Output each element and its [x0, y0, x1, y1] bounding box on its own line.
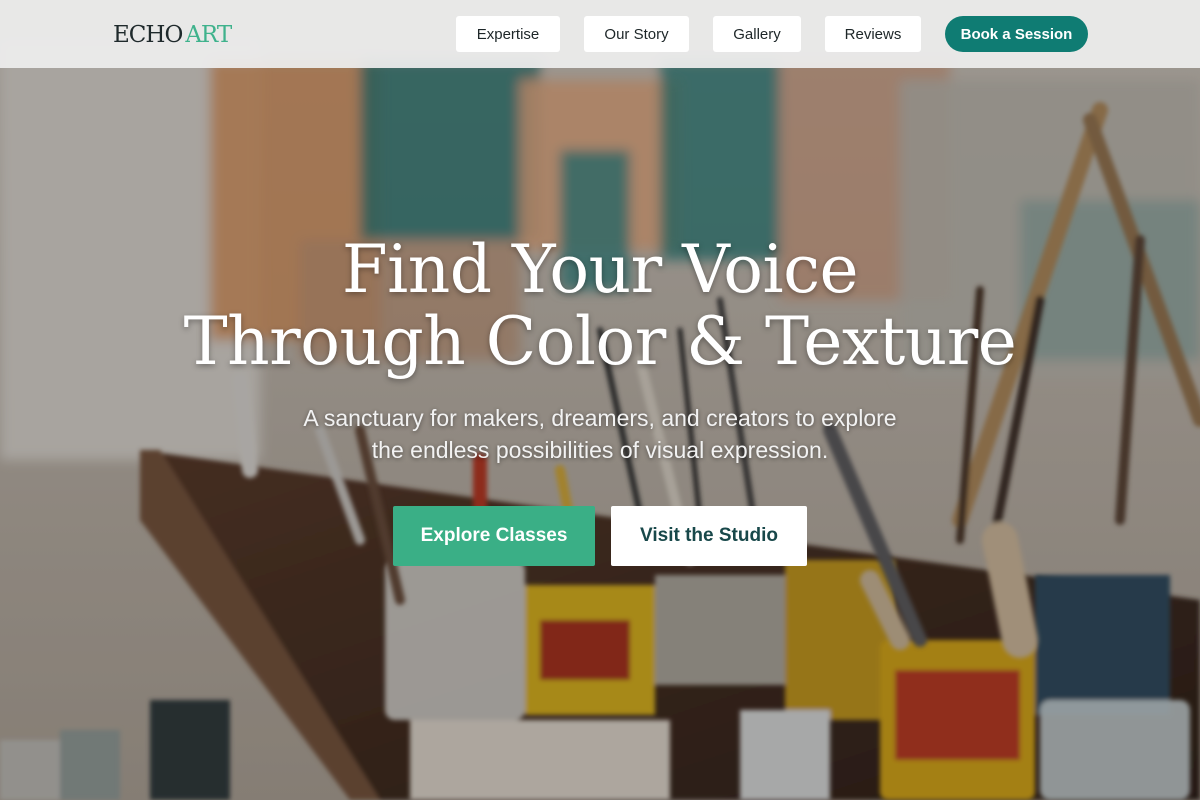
site-header: ECHO ART Expertise Our Story Gallery Revi… [0, 0, 1200, 68]
hero-headline: Find Your Voice Through Color & Texture [0, 234, 1200, 378]
nav-item-our-story[interactable]: Our Story [584, 16, 689, 52]
nav-item-reviews[interactable]: Reviews [825, 16, 921, 52]
hero-subtext-line-2: the endless possibilities of visual expr… [371, 437, 829, 463]
book-session-button[interactable]: Book a Session [945, 16, 1088, 52]
nav-item-expertise[interactable]: Expertise [456, 16, 560, 52]
visit-studio-button[interactable]: Visit the Studio [611, 506, 807, 566]
hero-section: Find Your Voice Through Color & Texture … [0, 0, 1200, 800]
hero-headline-line-1: Find Your Voice [341, 231, 859, 308]
hero-headline-line-2: Through Color & Texture [183, 303, 1017, 380]
nav-item-gallery[interactable]: Gallery [713, 16, 801, 52]
site-logo[interactable]: ECHO ART [113, 20, 232, 50]
logo-text-accent: ART [185, 22, 232, 48]
explore-classes-button[interactable]: Explore Classes [393, 506, 595, 566]
logo-text-primary: ECHO [113, 22, 183, 48]
hero-subtext-line-1: A sanctuary for makers, dreamers, and cr… [303, 405, 897, 431]
hero-subtext: A sanctuary for makers, dreamers, and cr… [250, 402, 950, 466]
landing-page: ECHO ART Expertise Our Story Gallery Revi… [0, 0, 1200, 800]
